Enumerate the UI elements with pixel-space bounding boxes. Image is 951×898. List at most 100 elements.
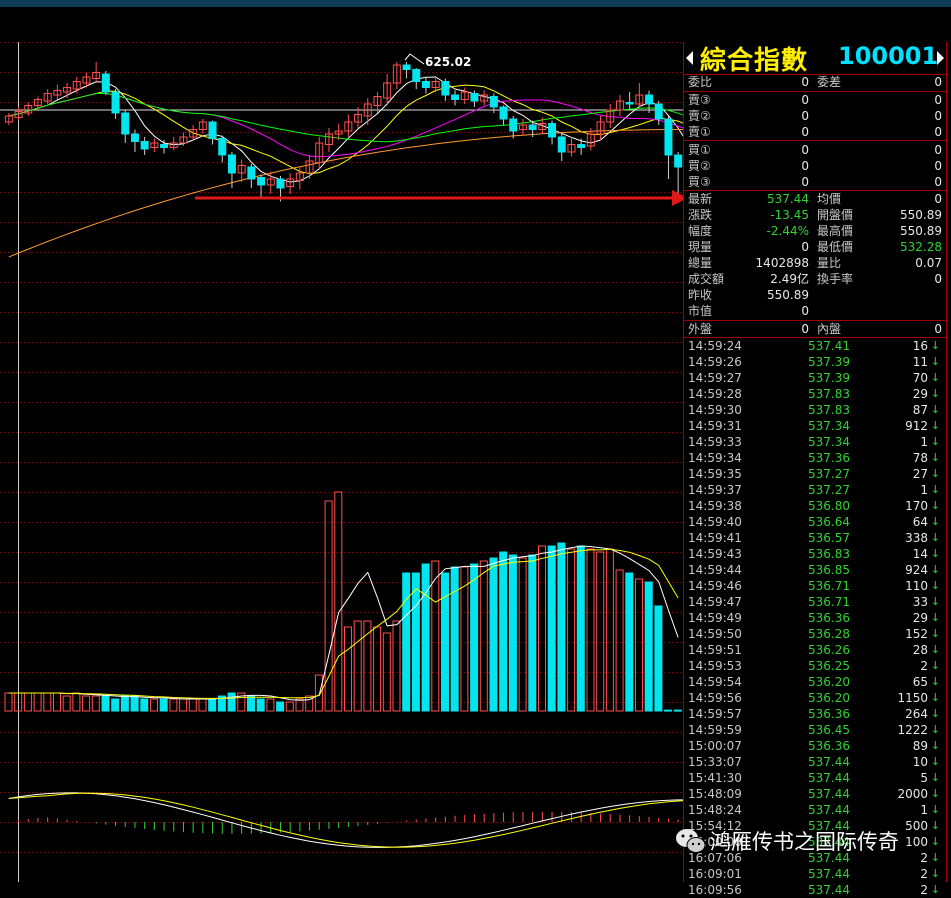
volume-bar xyxy=(518,557,527,712)
tick-row: 14:59:34 537.36 78 ↓ xyxy=(684,450,946,466)
tick-time: 14:59:54 xyxy=(688,675,742,689)
candle-body xyxy=(412,69,421,82)
down-arrow-icon: ↓ xyxy=(930,755,940,768)
tick-price: 537.34 xyxy=(808,419,850,433)
volume-bar xyxy=(179,698,188,712)
toolbar-area xyxy=(0,7,951,42)
volume-bar xyxy=(256,698,265,712)
quote-row: 漲跌 -13.45 開盤價 550.89 xyxy=(684,207,946,223)
volume-bar xyxy=(528,554,537,712)
volume-bar xyxy=(605,548,614,712)
volume-bar xyxy=(120,695,129,712)
tick-volume: 65 xyxy=(912,675,928,689)
tick-time: 14:59:50 xyxy=(688,627,742,641)
tick-row: 14:59:30 537.83 87 ↓ xyxy=(684,402,946,418)
down-arrow-icon: ↓ xyxy=(930,451,940,464)
panel-border-right xyxy=(946,42,947,882)
tick-time: 15:48:24 xyxy=(688,803,742,817)
candle-body xyxy=(257,177,266,186)
diff-label: 委差 xyxy=(817,75,842,89)
down-arrow-icon: ↓ xyxy=(930,339,940,352)
tick-time: 14:59:43 xyxy=(688,547,742,561)
tick-row: 14:59:44 536.85 924 ↓ xyxy=(684,562,946,578)
volume-bar xyxy=(198,698,207,712)
volume-bar xyxy=(62,695,71,712)
ask-volume: 0 xyxy=(934,93,942,107)
tick-row: 16:09:56 537.44 2 ↓ xyxy=(684,882,946,898)
volume-bar xyxy=(334,491,343,712)
quote-value: 1402898 xyxy=(755,256,809,270)
chart-grid xyxy=(0,42,683,882)
candle-body xyxy=(557,136,566,153)
quote-label: 成交額 xyxy=(688,272,725,286)
prev-arrow-icon[interactable] xyxy=(686,51,693,65)
tick-row: 14:59:31 537.34 912 ↓ xyxy=(684,418,946,434)
tick-time: 14:59:49 xyxy=(688,611,742,625)
volume-bar xyxy=(586,548,595,712)
window-top-bar xyxy=(0,0,951,7)
tick-volume: 912 xyxy=(905,419,928,433)
down-arrow-icon: ↓ xyxy=(930,371,940,384)
quote-label-2: 換手率 xyxy=(817,272,854,286)
quote-label: 現量 xyxy=(688,240,713,254)
price-chart[interactable] xyxy=(0,42,683,882)
tick-time: 14:59:51 xyxy=(688,643,742,657)
next-arrow-icon[interactable] xyxy=(937,51,944,65)
quote-value-2: 0 xyxy=(934,192,942,206)
down-arrow-icon: ↓ xyxy=(930,627,940,640)
tick-volume: 11 xyxy=(912,355,928,369)
tick-price: 536.45 xyxy=(808,723,850,737)
tick-row: 14:59:53 536.25 2 ↓ xyxy=(684,658,946,674)
tick-price: 537.36 xyxy=(808,451,850,465)
volume-bar xyxy=(314,674,323,712)
tick-volume: 64 xyxy=(912,515,928,529)
tick-volume: 29 xyxy=(912,611,928,625)
ma-long-line xyxy=(8,129,683,258)
ask-price: 0 xyxy=(801,125,809,139)
candle-body xyxy=(509,118,518,132)
quote-row: 總量 1402898 量比 0.07 xyxy=(684,255,946,271)
tick-time: 16:09:01 xyxy=(688,867,742,881)
tick-time: 14:59:38 xyxy=(688,499,742,513)
quote-value: -2.44% xyxy=(766,224,809,238)
tick-time: 15:41:30 xyxy=(688,771,742,785)
tick-row: 15:00:07 536.36 89 ↓ xyxy=(684,738,946,754)
down-arrow-icon: ↓ xyxy=(930,355,940,368)
quote-label-2: 最高價 xyxy=(817,224,854,238)
tick-price: 536.20 xyxy=(808,691,850,705)
tick-time: 14:59:59 xyxy=(688,723,742,737)
quote-label: 漲跌 xyxy=(688,208,713,222)
ask-volume: 0 xyxy=(934,125,942,139)
volume-bar xyxy=(140,698,149,712)
quote-label: 總量 xyxy=(688,256,713,270)
bid-volume: 0 xyxy=(934,159,942,173)
tick-price: 537.83 xyxy=(808,387,850,401)
volume-bar xyxy=(111,698,120,712)
quote-label: 幅度 xyxy=(688,224,713,238)
quote-value-2: 550.89 xyxy=(900,224,942,238)
down-arrow-icon: ↓ xyxy=(930,867,940,880)
down-arrow-icon: ↓ xyxy=(930,531,940,544)
candle-body xyxy=(208,121,217,139)
tick-volume: 33 xyxy=(912,595,928,609)
quote-label-2: 量比 xyxy=(817,256,842,270)
down-arrow-icon: ↓ xyxy=(930,883,940,896)
high-price-label: 625.02 xyxy=(425,55,472,69)
bid-row: 買② 0 0 xyxy=(684,158,946,174)
down-arrow-icon: ↓ xyxy=(930,595,940,608)
tick-volume: 27 xyxy=(912,467,928,481)
tick-time: 14:59:56 xyxy=(688,691,742,705)
volume-bar xyxy=(479,560,488,712)
tick-row: 14:59:51 536.26 28 ↓ xyxy=(684,642,946,658)
tick-volume: 1 xyxy=(920,435,928,449)
volume-bar xyxy=(91,695,100,712)
tick-price: 536.26 xyxy=(808,643,850,657)
down-arrow-icon: ↓ xyxy=(930,787,940,800)
tick-time: 14:59:44 xyxy=(688,563,742,577)
tick-volume: 170 xyxy=(905,499,928,513)
ask-label: 賣① xyxy=(688,125,711,139)
volume-bar xyxy=(344,626,352,712)
volume-bar xyxy=(508,554,517,712)
volume-bar xyxy=(130,695,139,712)
tick-row: 14:59:47 536.71 33 ↓ xyxy=(684,594,946,610)
